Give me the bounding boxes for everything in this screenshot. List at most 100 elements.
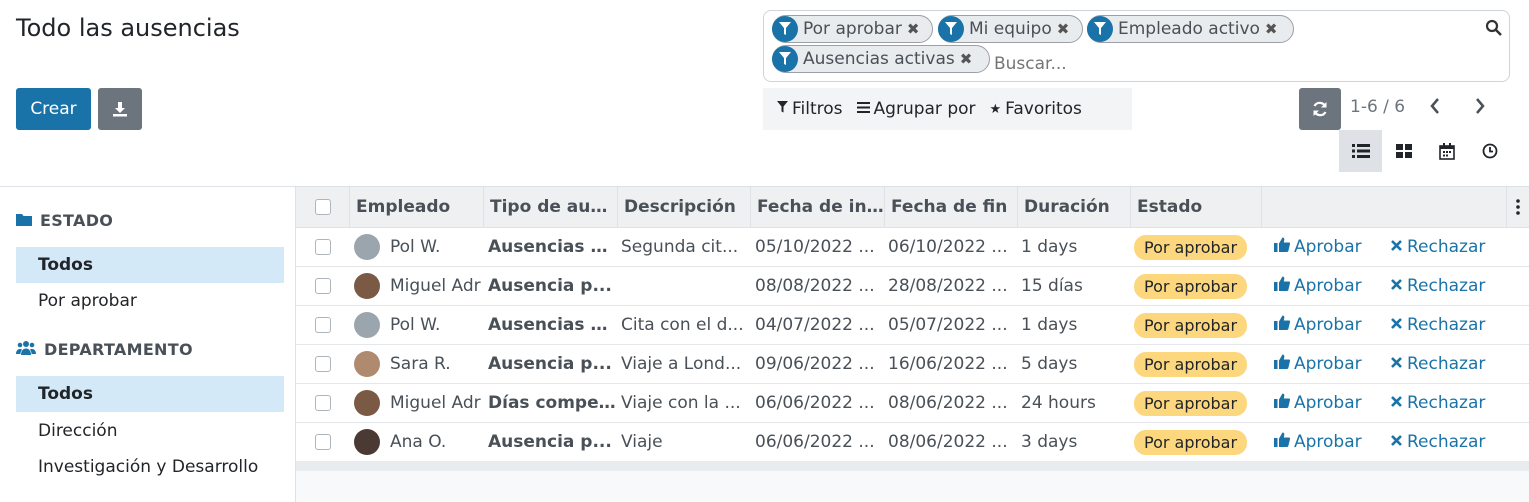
activity-view-button[interactable]: [1468, 130, 1511, 172]
group-by-dropdown[interactable]: Agrupar por: [856, 99, 976, 119]
leave-type-cell[interactable]: Días compe...: [488, 384, 616, 422]
select-all-checkbox[interactable]: [314, 199, 331, 215]
start-date-cell[interactable]: 06/06/2022 ...: [755, 423, 883, 461]
start-date-cell[interactable]: 08/08/2022 ...: [755, 267, 883, 305]
sidebar-item-direccion[interactable]: Dirección: [16, 413, 284, 449]
leave-type-cell[interactable]: Ausencia p...: [488, 423, 616, 461]
employee-cell[interactable]: Miguel Adr: [354, 384, 483, 422]
start-date-cell[interactable]: 04/07/2022 ...: [755, 306, 883, 344]
duration-cell[interactable]: 1 days: [1021, 306, 1129, 344]
leave-type-cell[interactable]: Ausencias p...: [488, 228, 616, 266]
pager-value[interactable]: 1-6 / 6: [1350, 97, 1405, 117]
table-row[interactable]: Ana O. Ausencia p... Viaje 06/06/2022 ... 08…: [296, 423, 1529, 462]
row-checkbox[interactable]: [314, 395, 331, 411]
refresh-button[interactable]: [1299, 88, 1341, 130]
search-box[interactable]: Por aprobar ✖ Mi equipo ✖ Empleado activ…: [763, 10, 1510, 82]
chevron-left-icon[interactable]: [1428, 96, 1442, 121]
create-button[interactable]: Crear: [16, 88, 91, 130]
description-cell[interactable]: Cita con el d...: [621, 306, 748, 344]
column-header-estado[interactable]: Estado: [1130, 187, 1261, 227]
sidebar-item-por-aprobar[interactable]: Por aprobar: [16, 283, 284, 319]
reject-button[interactable]: Rechazar: [1390, 228, 1506, 266]
column-header-duracion[interactable]: Duración: [1017, 187, 1130, 227]
leave-type-cell[interactable]: Ausencia p...: [488, 345, 616, 383]
start-date-cell[interactable]: 05/10/2022 ...: [755, 228, 883, 266]
description-cell[interactable]: Viaje: [621, 423, 748, 461]
description-cell[interactable]: Viaje a Lond...: [621, 345, 748, 383]
row-checkbox[interactable]: [314, 239, 331, 255]
end-date-cell[interactable]: 28/08/2022 ...: [888, 267, 1016, 305]
end-date-cell[interactable]: 06/10/2022 ...: [888, 228, 1016, 266]
filters-dropdown[interactable]: Filtros: [777, 99, 843, 119]
end-date-cell[interactable]: 08/06/2022 ...: [888, 423, 1016, 461]
kanban-view-button[interactable]: [1382, 130, 1425, 172]
duration-cell[interactable]: 1 days: [1021, 228, 1129, 266]
reject-button[interactable]: Rechazar: [1390, 345, 1506, 383]
end-date-cell[interactable]: 05/07/2022 ...: [888, 306, 1016, 344]
leave-type-cell[interactable]: Ausencias p...: [488, 306, 616, 344]
reject-button[interactable]: Rechazar: [1390, 384, 1506, 422]
facet-mi-equipo[interactable]: Mi equipo ✖: [938, 15, 1083, 43]
column-header-fecha-inicio[interactable]: Fecha de inicio: [750, 187, 884, 227]
employee-cell[interactable]: Pol W.: [354, 228, 483, 266]
column-header-descripcion[interactable]: Descripción: [617, 187, 750, 227]
start-date-cell[interactable]: 09/06/2022 ...: [755, 345, 883, 383]
close-icon[interactable]: ✖: [1057, 20, 1070, 38]
table-row[interactable]: Miguel Adr Ausencia p... 08/08/2022 ... 28/…: [296, 267, 1529, 306]
sidebar-item-estado-todos[interactable]: Todos: [16, 247, 284, 283]
column-options-button[interactable]: [1506, 187, 1529, 227]
duration-cell[interactable]: 15 días: [1021, 267, 1129, 305]
approve-button[interactable]: Aprobar: [1274, 384, 1384, 422]
calendar-view-button[interactable]: [1425, 130, 1468, 172]
facet-por-aprobar[interactable]: Por aprobar ✖: [772, 15, 933, 43]
search-icon[interactable]: [1485, 19, 1503, 37]
approve-button[interactable]: Aprobar: [1274, 267, 1384, 305]
duration-cell[interactable]: 24 hours: [1021, 384, 1129, 422]
table-row[interactable]: Miguel Adr Días compe... Viaje con la ... 0…: [296, 384, 1529, 423]
row-checkbox[interactable]: [314, 356, 331, 372]
column-header-fecha-fin[interactable]: Fecha de fin: [884, 187, 1017, 227]
table-row[interactable]: Pol W. Ausencias p... Cita con el d... 04/0…: [296, 306, 1529, 345]
approve-button[interactable]: Aprobar: [1274, 228, 1384, 266]
close-icon[interactable]: ✖: [960, 50, 973, 68]
employee-cell[interactable]: Miguel Adr: [354, 267, 483, 305]
duration-cell[interactable]: 5 days: [1021, 345, 1129, 383]
row-checkbox[interactable]: [314, 317, 331, 333]
employee-cell[interactable]: Ana O.: [354, 423, 483, 461]
avatar: [354, 273, 380, 299]
close-icon[interactable]: ✖: [1265, 20, 1278, 38]
close-icon[interactable]: ✖: [907, 20, 920, 38]
start-date-cell[interactable]: 06/06/2022 ...: [755, 384, 883, 422]
employee-cell[interactable]: Sara R.: [354, 345, 483, 383]
list-view-button[interactable]: [1339, 130, 1382, 172]
sidebar-item-departamento-todos[interactable]: Todos: [16, 376, 284, 412]
estado-title-label: ESTADO: [40, 211, 114, 230]
description-cell[interactable]: [621, 267, 748, 305]
facet-ausencias-activas[interactable]: Ausencias activas ✖: [772, 45, 990, 73]
facet-empleado-activo[interactable]: Empleado activo ✖: [1087, 15, 1294, 43]
approve-button[interactable]: Aprobar: [1274, 345, 1384, 383]
table-row[interactable]: Pol W. Ausencias p... Segunda cit... 05/10/…: [296, 228, 1529, 267]
approve-button[interactable]: Aprobar: [1274, 423, 1384, 461]
column-header-tipo[interactable]: Tipo de ausencia: [483, 187, 617, 227]
end-date-cell[interactable]: 08/06/2022 ...: [888, 384, 1016, 422]
favorites-dropdown[interactable]: ★ Favoritos: [990, 99, 1082, 119]
leave-type-cell[interactable]: Ausencia p...: [488, 267, 616, 305]
end-date-cell[interactable]: 16/06/2022 ...: [888, 345, 1016, 383]
sidebar-item-investigacion[interactable]: Investigación y Desarrollo: [16, 449, 284, 485]
reject-button[interactable]: Rechazar: [1390, 267, 1506, 305]
reject-button[interactable]: Rechazar: [1390, 423, 1506, 461]
description-cell[interactable]: Segunda cit...: [621, 228, 748, 266]
duration-cell[interactable]: 3 days: [1021, 423, 1129, 461]
description-cell[interactable]: Viaje con la ...: [621, 384, 748, 422]
reject-button[interactable]: Rechazar: [1390, 306, 1506, 344]
search-input[interactable]: [994, 51, 1394, 77]
chevron-right-icon[interactable]: [1473, 96, 1487, 121]
approve-button[interactable]: Aprobar: [1274, 306, 1384, 344]
row-checkbox[interactable]: [314, 278, 331, 294]
table-row[interactable]: Sara R. Ausencia p... Viaje a Lond... 09/06…: [296, 345, 1529, 384]
row-checkbox[interactable]: [314, 434, 331, 450]
column-header-empleado[interactable]: Empleado: [349, 187, 483, 227]
download-button[interactable]: [98, 88, 142, 130]
employee-cell[interactable]: Pol W.: [354, 306, 483, 344]
